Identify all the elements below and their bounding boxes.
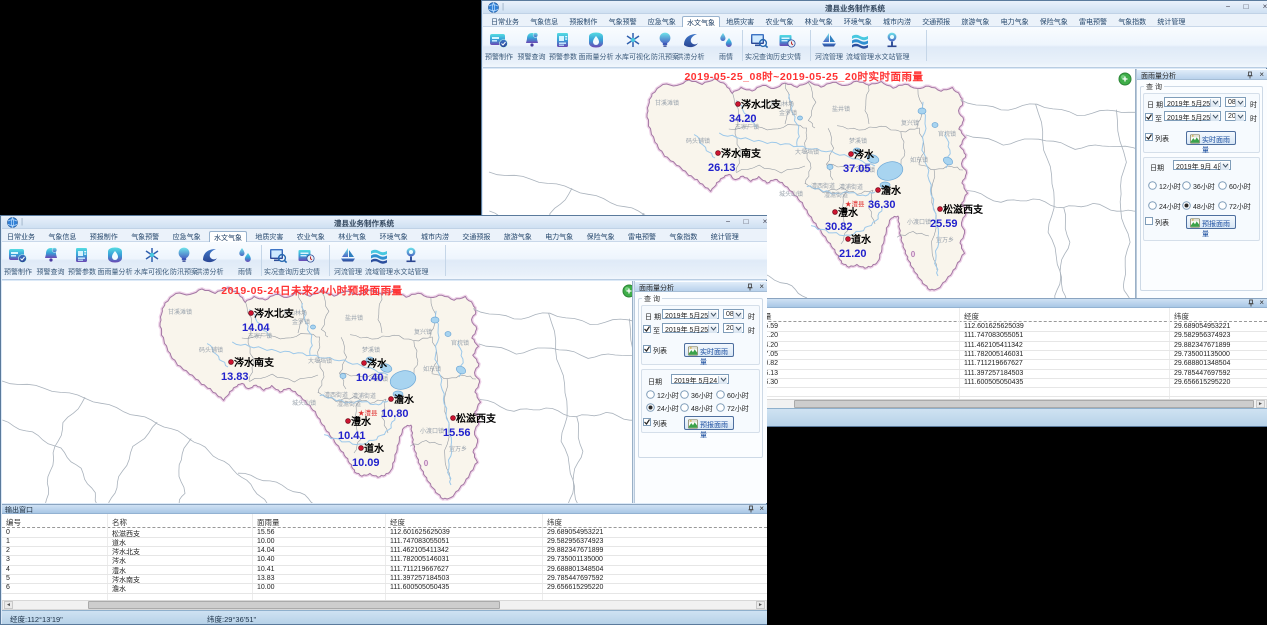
- svg-text:盐井镇: 盐井镇: [345, 314, 363, 322]
- svg-text:涔水南支: 涔水南支: [721, 147, 762, 160]
- svg-text:甘溪滩镇: 甘溪滩镇: [168, 308, 192, 316]
- svg-text:30.82: 30.82: [825, 221, 853, 233]
- svg-text:道水: 道水: [364, 442, 385, 455]
- svg-text:盐井镇: 盐井镇: [832, 105, 850, 113]
- svg-text:澧浦街道: 澧浦街道: [352, 392, 376, 400]
- svg-text:梦溪镇: 梦溪镇: [849, 137, 867, 145]
- svg-text:涔水: 涔水: [854, 148, 875, 161]
- svg-text:如东镇: 如东镇: [910, 156, 928, 164]
- svg-text:宜万乡: 宜万乡: [449, 445, 467, 453]
- svg-text:金罗镇: 金罗镇: [779, 109, 797, 117]
- svg-text:城头山镇: 城头山镇: [779, 190, 803, 198]
- svg-text:复兴镇: 复兴镇: [414, 328, 432, 336]
- svg-text:10.09: 10.09: [352, 457, 380, 469]
- svg-text:34.20: 34.20: [729, 113, 757, 125]
- svg-text:澧澹街道: 澧澹街道: [337, 400, 361, 408]
- svg-text:2019-05-25_08时~2019-05-25_20时实: 2019-05-25_08时~2019-05-25_20时实时面雨量: [684, 70, 923, 83]
- svg-text:10.80: 10.80: [381, 408, 409, 420]
- svg-text:21.20: 21.20: [839, 248, 867, 260]
- svg-text:梦溪镇: 梦溪镇: [362, 346, 380, 354]
- svg-text:松滋西支: 松滋西支: [943, 203, 984, 216]
- svg-text:官垸镇: 官垸镇: [451, 339, 469, 347]
- svg-text:澧浦街道: 澧浦街道: [839, 183, 863, 191]
- svg-text:道水: 道水: [851, 233, 872, 246]
- svg-text:码头铺镇: 码头铺镇: [199, 346, 223, 354]
- svg-text:澧西街道: 澧西街道: [811, 182, 835, 190]
- svg-text:复兴镇: 复兴镇: [901, 119, 919, 127]
- svg-text:金罗镇: 金罗镇: [292, 318, 310, 326]
- svg-text:15.56: 15.56: [443, 427, 471, 439]
- svg-text:大堰垱镇: 大堰垱镇: [795, 148, 819, 156]
- svg-text:13.83: 13.83: [221, 371, 249, 383]
- svg-text:10.41: 10.41: [338, 430, 366, 442]
- svg-text:涔水南支: 涔水南支: [234, 356, 275, 369]
- svg-text:★澧县: ★澧县: [845, 199, 865, 208]
- svg-text:★澧县: ★澧县: [358, 408, 378, 417]
- svg-text:宜万乡: 宜万乡: [936, 236, 954, 244]
- svg-text:松滋西支: 松滋西支: [456, 412, 497, 425]
- svg-text:官垸镇: 官垸镇: [938, 130, 956, 138]
- svg-text:25.59: 25.59: [930, 218, 958, 230]
- svg-text:36.30: 36.30: [868, 199, 896, 211]
- svg-text:大堰垱镇: 大堰垱镇: [308, 357, 332, 365]
- svg-text:涔水北支: 涔水北支: [254, 307, 295, 320]
- svg-text:澹水: 澹水: [394, 393, 415, 406]
- svg-text:码头铺镇: 码头铺镇: [686, 137, 710, 145]
- svg-text:2019-05-24日未来24小时预报面雨量: 2019-05-24日未来24小时预报面雨量: [221, 284, 402, 297]
- svg-text:26.13: 26.13: [708, 162, 736, 174]
- svg-text:涔水北支: 涔水北支: [741, 98, 782, 111]
- svg-text:城头山镇: 城头山镇: [292, 399, 316, 407]
- svg-text:澧澹街道: 澧澹街道: [824, 191, 848, 199]
- svg-text:14.04: 14.04: [242, 322, 270, 334]
- svg-text:小渡口镇: 小渡口镇: [907, 218, 931, 226]
- svg-text:澹水: 澹水: [881, 184, 902, 197]
- svg-text:甘溪滩镇: 甘溪滩镇: [655, 99, 679, 107]
- svg-text:10.40: 10.40: [356, 372, 384, 384]
- svg-text:涔水: 涔水: [367, 357, 388, 370]
- svg-text:37.05: 37.05: [843, 163, 871, 175]
- svg-text:小渡口镇: 小渡口镇: [420, 427, 444, 435]
- svg-text:澧西街道: 澧西街道: [324, 391, 348, 399]
- svg-text:如东镇: 如东镇: [423, 365, 441, 373]
